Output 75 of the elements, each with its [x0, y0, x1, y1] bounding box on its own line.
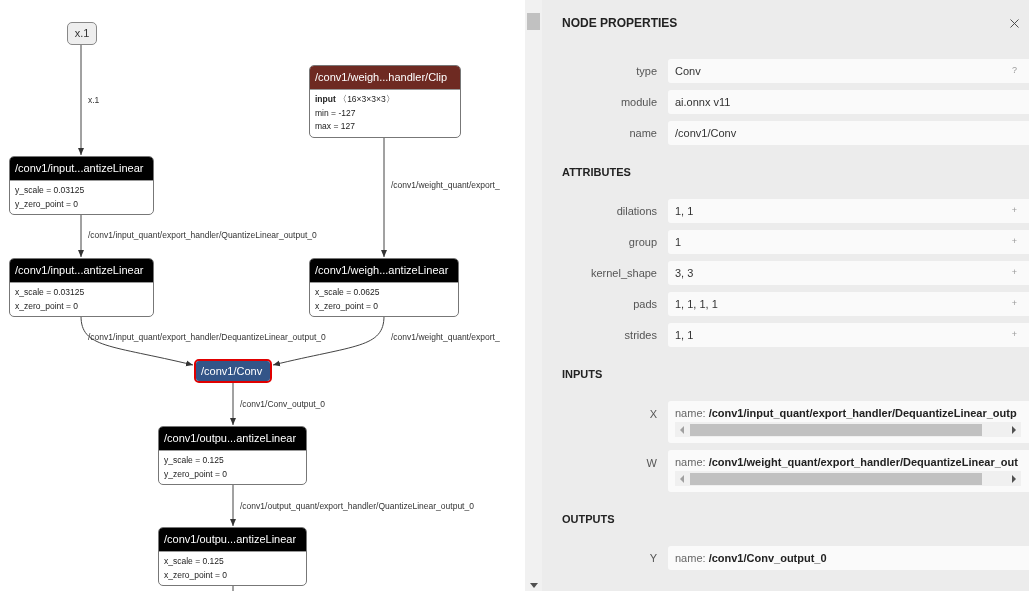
node-attribute: y_scale = 0.03125: [15, 184, 86, 197]
edge-label: /conv1/output_quant/export_handler/QuantizeLinear_output_0: [240, 501, 474, 511]
graph-input-node[interactable]: x.1: [67, 22, 97, 45]
graph-node[interactable]: /conv1/weigh...antizeLinear x_scale = 0.0625 x_zero_point = 0: [309, 258, 459, 317]
node-title: /conv1/outpu...antizeLinear: [159, 528, 306, 551]
property-field: /conv1/Conv: [668, 121, 1029, 145]
node-attribute: y_scale = 0.125: [164, 454, 225, 467]
property-value: name: /conv1/input_quant/export_handler/DequantizeLinear_outp: [675, 406, 1018, 421]
edge-label: x.1: [88, 95, 100, 105]
property-field: ai.onnx v11: [668, 90, 1029, 114]
edge-arrow: [230, 482, 236, 527]
edge-arrow: [230, 382, 236, 426]
edge-arrow: [78, 212, 84, 258]
scrollbar-thumb[interactable]: [527, 13, 540, 30]
node-attribute: y_zero_point = 0: [164, 467, 229, 481]
property-label: strides: [623, 328, 657, 343]
section-heading: INPUTS: [561, 367, 604, 382]
edge-label: /conv1/input_quant/export_handler/DequantizeLinear_output_0: [88, 332, 326, 342]
node-title: /conv1/outpu...antizeLinear: [159, 427, 306, 450]
property-label: name: [628, 126, 657, 141]
edge-label: /conv1/input_quant/export_handler/QuantizeLinear_output_0: [88, 230, 317, 240]
graph-node[interactable]: /conv1/Conv: [194, 359, 272, 383]
edge-label: /conv1/Conv_output_0: [240, 399, 326, 409]
scroll-right-icon[interactable]: [1011, 425, 1017, 434]
horizontal-scrollbar[interactable]: [675, 422, 1021, 437]
graph-node[interactable]: /conv1/outpu...antizeLinear y_scale = 0.125 y_zero_point = 0: [158, 426, 307, 485]
node-attribute: x_zero_point = 0: [315, 299, 380, 313]
scroll-right-icon[interactable]: [1011, 474, 1017, 483]
scroll-left-icon[interactable]: [679, 474, 685, 483]
section-heading: ATTRIBUTES: [561, 165, 632, 180]
node-attribute: max = 127: [315, 120, 356, 133]
section-heading: OUTPUTS: [561, 512, 616, 527]
property-label: Y: [648, 551, 657, 566]
property-field: 3, 3 +: [668, 261, 1029, 285]
node-attribute: y_zero_point = 0: [15, 197, 80, 211]
scroll-left-icon[interactable]: [679, 425, 685, 434]
property-label: group: [627, 235, 657, 250]
property-field: 1, 1 +: [668, 199, 1029, 223]
property-value: name: /conv1/Conv_output_0: [675, 551, 827, 566]
property-field: Conv ?: [668, 59, 1029, 83]
node-title: /conv1/weigh...antizeLinear: [310, 259, 458, 282]
node-title: /conv1/input...antizeLinear: [10, 157, 153, 180]
property-field: 1, 1, 1, 1 +: [668, 292, 1029, 316]
node-title: /conv1/weigh...handler/Clip: [310, 66, 460, 89]
edge-line: [232, 584, 234, 591]
node-title: /conv1/input...antizeLinear: [10, 259, 153, 282]
scrollbar-thumb[interactable]: [690, 423, 982, 436]
property-label: kernel_shape: [589, 266, 657, 281]
node-attribute: x_zero_point = 0: [15, 299, 80, 313]
graph-node[interactable]: /conv1/input...antizeLinear x_scale = 0.03125 x_zero_point = 0: [9, 258, 154, 317]
node-attribute: x_scale = 0.0625: [315, 286, 381, 299]
property-label: dilations: [615, 204, 657, 219]
property-label: module: [619, 95, 657, 110]
graph-node[interactable]: /conv1/input...antizeLinear y_scale = 0.03125 y_zero_point = 0: [9, 156, 154, 215]
scroll-down-icon[interactable]: [529, 583, 538, 588]
property-field: 1 +: [668, 230, 1029, 254]
node-attribute: input 〈16×3×3×3〉: [315, 93, 396, 106]
graph-node[interactable]: /conv1/weigh...handler/Clip input 〈16×3×3×3〉 min = -127 max = 127: [309, 65, 461, 138]
property-value: name: /conv1/weight_quant/export_handler/DequantizeLinear_out: [675, 455, 1019, 470]
edge-label: /conv1/weight_quant/export_: [391, 332, 500, 342]
vertical-scrollbar[interactable]: [525, 0, 542, 591]
node-attribute: x_scale = 0.03125: [15, 286, 86, 299]
node-attribute: x_scale = 0.125: [164, 555, 225, 568]
node-attribute: x_zero_point = 0: [164, 568, 229, 582]
horizontal-scrollbar[interactable]: [675, 471, 1021, 486]
property-label: type: [635, 64, 657, 79]
property-label: X: [648, 407, 657, 422]
property-label: pads: [632, 297, 657, 312]
graph-node[interactable]: /conv1/outpu...antizeLinear x_scale = 0.125 x_zero_point = 0: [158, 527, 307, 586]
property-label: W: [645, 456, 657, 471]
edge-label: /conv1/weight_quant/export_: [391, 180, 500, 190]
property-field: 1, 1 +: [668, 323, 1029, 347]
node-attribute: min = -127: [315, 106, 357, 120]
scrollbar-thumb[interactable]: [690, 472, 982, 485]
panel-title: NODE PROPERTIES: [562, 15, 678, 32]
